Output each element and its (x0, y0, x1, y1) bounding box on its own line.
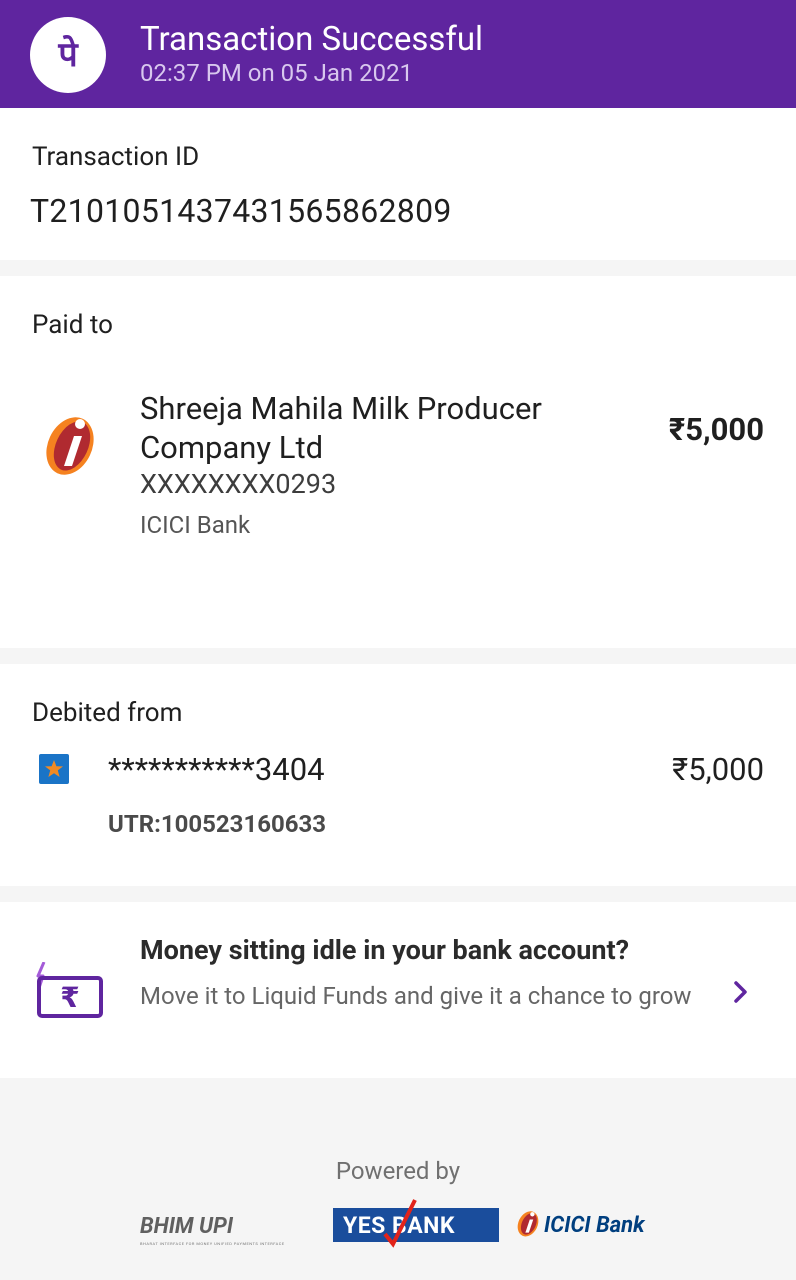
icici-bank-logo: ICICI Bank (514, 1204, 694, 1244)
phonepe-logo-icon: पे (30, 17, 106, 93)
transaction-timestamp: 02:37 PM on 05 Jan 2021 (140, 59, 414, 87)
rupee-card-icon: ₹ (34, 961, 104, 1024)
bank-of-india-icon (39, 754, 69, 784)
payee-account-number: XXXXXXXX0293 (140, 468, 337, 500)
partner-logos: BHIM UPI BHARAT INTERFACE FOR MONEY UNIF… (0, 1198, 796, 1258)
paid-to-card: Paid to Shreeja Mahila Milk Producer Com… (0, 276, 796, 648)
icici-bank-text: ICICI Bank (544, 1213, 645, 1238)
debited-from-label: Debited from (32, 698, 183, 728)
promo-title: Money sitting idle in your bank account? (140, 934, 630, 966)
paid-amount: ₹5,000 (668, 411, 764, 448)
icici-logo-icon (38, 412, 102, 480)
transaction-status-title: Transaction Successful (140, 20, 484, 59)
payee-bank-name: ICICI Bank (140, 511, 251, 539)
debit-amount: ₹5,000 (672, 751, 764, 788)
paid-to-label: Paid to (32, 310, 113, 340)
liquid-funds-promo[interactable]: ₹ Money sitting idle in your bank accoun… (0, 902, 796, 1078)
transaction-id-label: Transaction ID (32, 142, 200, 172)
transaction-id-card: Transaction ID T2101051437431565862809 (0, 108, 796, 260)
header-bar: पे Transaction Successful 02:37 PM on 05… (0, 0, 796, 108)
promo-description: Move it to Liquid Funds and give it a ch… (140, 982, 692, 1010)
transaction-id-value[interactable]: T2101051437431565862809 (30, 192, 452, 230)
payee-name: Shreeja Mahila Milk Producer Company Ltd (140, 390, 542, 466)
svg-text:पे: पे (57, 35, 79, 75)
bhim-upi-text: BHIM UPI (140, 1214, 234, 1239)
svg-text:₹: ₹ (60, 981, 79, 1014)
bhim-upi-tagline: BHARAT INTERFACE FOR MONEY UNIFIED PAYME… (140, 1241, 285, 1246)
debited-from-card: Debited from ***********3404 ₹5,000 UTR:… (0, 664, 796, 886)
yes-bank-logo: YES BANK (333, 1199, 499, 1248)
bhim-upi-logo: BHIM UPI BHARAT INTERFACE FOR MONEY UNIF… (140, 1214, 320, 1246)
chevron-right-icon[interactable] (730, 978, 752, 1010)
utr-number: UTR:100523160633 (108, 810, 327, 838)
debit-account-number: ***********3404 (108, 751, 325, 788)
powered-by-label: Powered by (335, 1157, 461, 1185)
